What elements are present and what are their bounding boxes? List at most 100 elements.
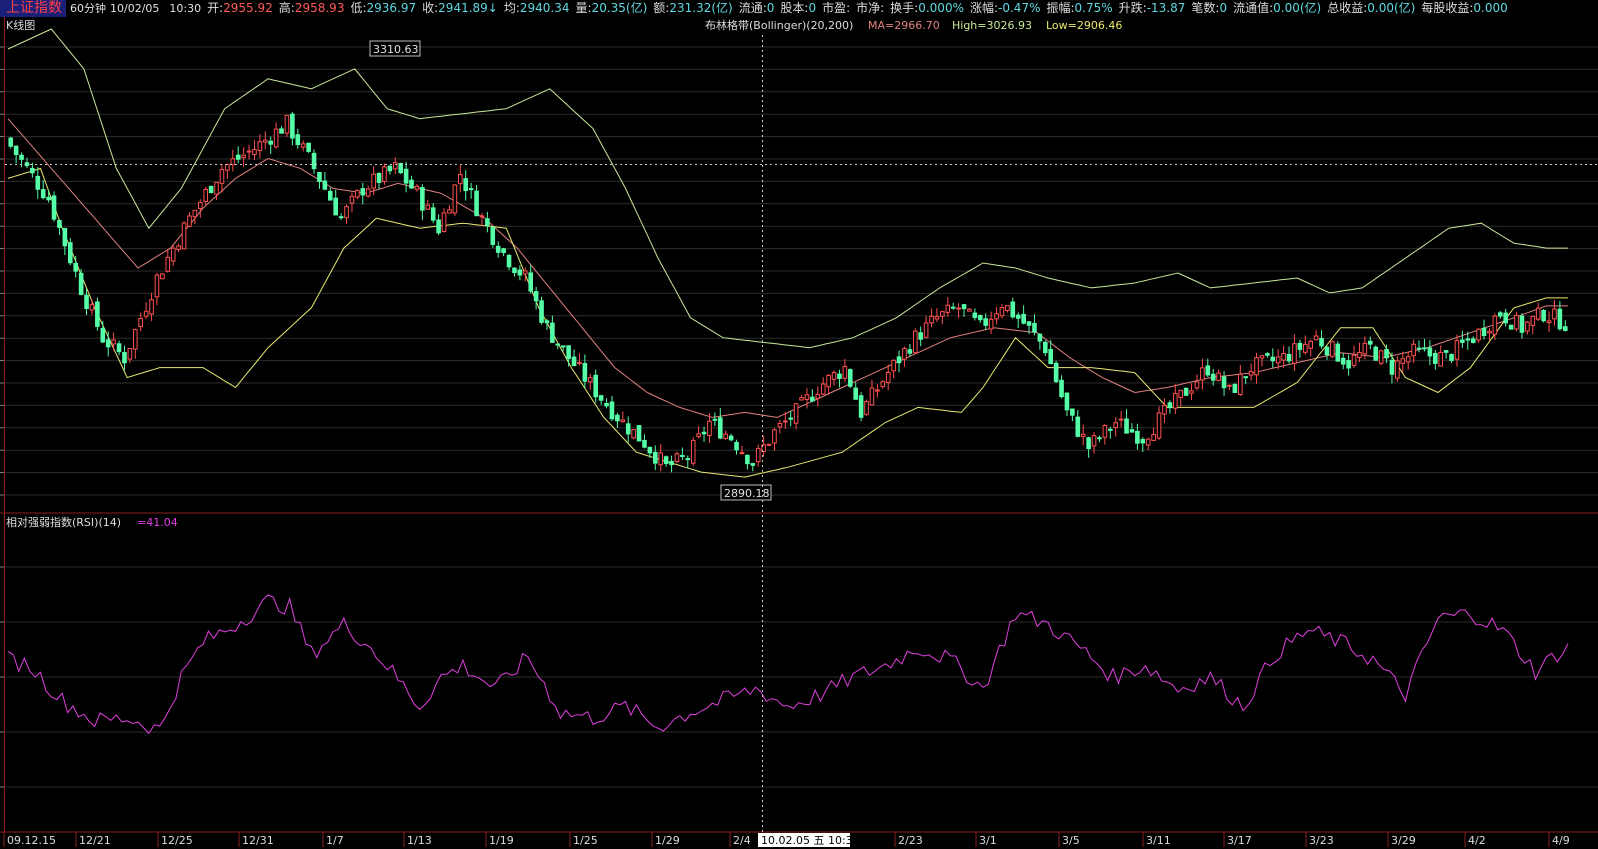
candle-body <box>1340 357 1346 365</box>
candle-body <box>306 142 311 152</box>
rsi-line <box>7 594 1569 735</box>
candle-body <box>1443 350 1449 353</box>
field-value: 0 <box>766 1 775 15</box>
candle-body <box>1194 381 1200 389</box>
candle-body <box>999 307 1005 317</box>
candle-body <box>62 228 68 247</box>
candle-body <box>1438 351 1444 367</box>
candle-body <box>533 291 539 302</box>
candle-body <box>46 196 51 201</box>
candle-body <box>430 207 436 221</box>
candle-body <box>1178 389 1184 398</box>
period-label[interactable]: 60分钟 <box>70 0 106 17</box>
candle-body <box>864 401 869 415</box>
candle-body <box>208 185 214 194</box>
candle-body <box>441 212 447 233</box>
candle-body <box>544 320 550 324</box>
candle-body <box>994 313 999 320</box>
x-tick-label: 3/11 <box>1146 834 1171 847</box>
candle-body <box>1454 340 1460 360</box>
candle-body <box>35 175 41 190</box>
candle-body <box>192 209 198 218</box>
candle-body <box>327 190 333 201</box>
band-lower <box>7 167 1568 478</box>
candle-body <box>235 154 241 160</box>
candle-body <box>1091 435 1097 447</box>
field-value: 2955.92 <box>223 1 273 15</box>
field-label: 股本: <box>780 1 809 15</box>
candle-body <box>1357 351 1362 358</box>
candle-body <box>593 374 599 398</box>
candle-body <box>923 322 929 338</box>
field-label: 开: <box>207 1 224 15</box>
candle-body <box>690 439 696 464</box>
candle-body <box>847 369 853 387</box>
candle-body <box>1470 338 1476 343</box>
candle-body <box>246 150 252 153</box>
x-tick-label: 1/13 <box>407 834 432 847</box>
candle-body <box>1221 376 1227 389</box>
candle-body <box>788 417 794 420</box>
candle-body <box>1497 312 1503 317</box>
candle-body <box>322 180 328 190</box>
candle-body <box>636 425 642 442</box>
field-label: 流通: <box>738 1 767 15</box>
candle-body <box>317 171 322 182</box>
candle-body <box>728 435 734 441</box>
candle-body <box>1389 359 1395 375</box>
candle-body <box>506 254 512 268</box>
field-label: 换手: <box>890 1 919 15</box>
candle-body <box>1335 343 1341 362</box>
candle-body <box>51 195 57 220</box>
chart-canvas[interactable]: K线图 布林格带(Bollinger)(20,200) MA=2966.70 H… <box>0 17 1598 849</box>
candle-body <box>203 188 209 202</box>
candle-body <box>1351 354 1357 366</box>
band-upper <box>7 28 1568 349</box>
candle-body <box>826 374 831 388</box>
candle-body <box>176 245 181 250</box>
candle-body <box>376 173 382 183</box>
x-tick-label: 4/9 <box>1552 834 1570 847</box>
candle-body <box>1015 314 1021 319</box>
candle-body <box>1005 305 1010 311</box>
candle-body <box>1259 355 1265 359</box>
candle-body <box>1508 324 1514 330</box>
candle-body <box>512 267 517 273</box>
candle-body <box>875 389 880 392</box>
candle-body <box>1210 373 1216 381</box>
candle-body <box>815 393 821 399</box>
candle-body <box>1449 354 1454 361</box>
main-grid <box>5 46 1598 496</box>
field-value: 2958.93 <box>294 1 345 15</box>
candle-body <box>1254 357 1259 376</box>
field-label: 总收益: <box>1327 1 1368 15</box>
candle-body <box>1265 353 1270 356</box>
candle-body <box>772 429 777 444</box>
candle-body <box>95 301 100 327</box>
candle-body <box>1411 343 1416 357</box>
candle-body <box>495 245 501 253</box>
x-tick-label: 1/7 <box>326 834 344 847</box>
candle-body <box>1427 347 1433 357</box>
candle-body <box>837 373 842 379</box>
candle-body <box>387 165 393 172</box>
candle-body <box>420 187 425 211</box>
quote-fields: 开:2955.92 高:2958.93 低:2936.97 收:2941.89↓ 均:2… <box>201 0 1508 17</box>
candle-body <box>1151 433 1156 441</box>
candle-body <box>1113 422 1119 429</box>
field-value: 0 <box>808 1 817 15</box>
candle-body <box>940 311 945 317</box>
candle-body <box>1481 327 1487 337</box>
candle-body <box>517 269 523 276</box>
candle-body <box>880 381 886 388</box>
candle-body <box>1313 335 1319 341</box>
candle-body <box>1281 353 1286 361</box>
candle-body <box>382 166 387 183</box>
candle-body <box>685 458 691 461</box>
candle-body <box>40 189 46 199</box>
candle-body <box>132 329 138 350</box>
symbol-name[interactable]: 上证指数 <box>0 0 66 17</box>
candle-body <box>1172 393 1178 409</box>
candle-body <box>219 169 225 184</box>
candle-body <box>1048 348 1054 365</box>
